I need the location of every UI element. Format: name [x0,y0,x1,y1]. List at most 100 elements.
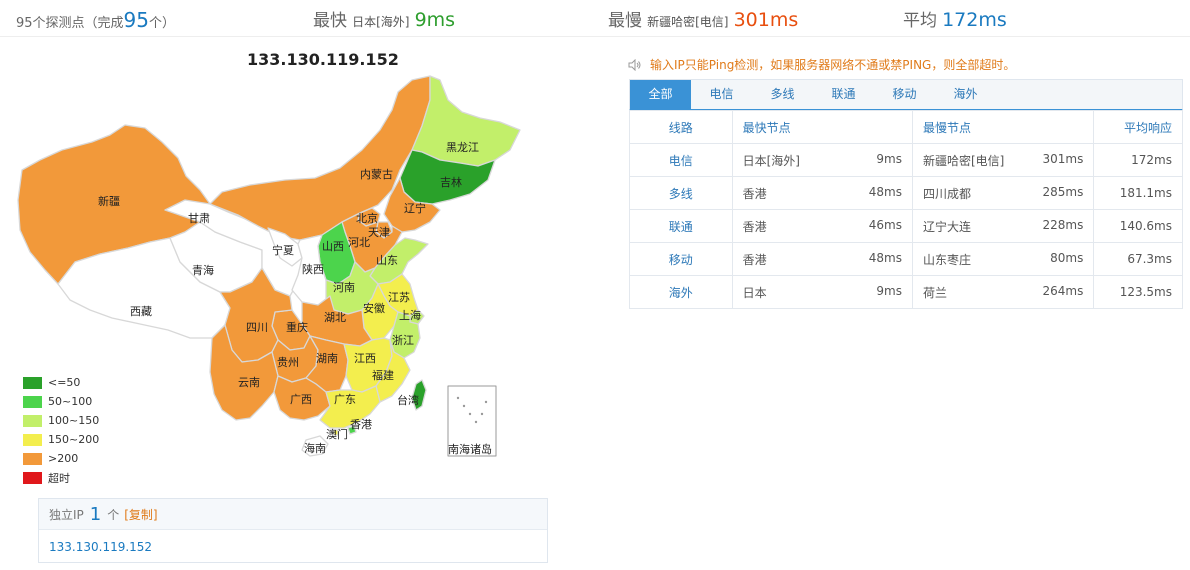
independent-ip-header: 独立IP 1 个 [复制] [39,499,547,530]
slowest-location: 新疆哈密[电信] [647,15,729,29]
col-header-line: 线路 [629,110,733,144]
label-nanhai: 南海诸岛 [448,442,492,456]
tab-all[interactable]: 全部 [630,80,691,109]
label-guizhou: 贵州 [277,356,299,369]
legend-swatch [23,414,42,427]
label-shanghai: 上海 [399,308,421,322]
tab-mobile[interactable]: 移动 [874,80,935,109]
legend-swatch [23,471,42,484]
cell-average: 172ms [1093,143,1183,177]
label-shanxi: 山西 [322,240,344,253]
table-row: 电信 日本[海外] 9ms 新疆哈密[电信] 301ms 172ms [629,143,1183,177]
table-row: 多线 香港 48ms 四川成都 285ms 181.1ms [629,176,1183,210]
label-fujian: 福建 [372,368,394,382]
cell-line[interactable]: 多线 [629,176,733,210]
label-macau: 澳门 [326,427,348,441]
legend-label: >200 [48,452,79,465]
summary-bar: 95个探测点（完成95个） 最快 日本[海外] 9ms 最慢 新疆哈密[电信] … [0,0,1190,37]
label-tianjin: 天津 [368,226,390,239]
slowest-ms: 80ms [1050,250,1084,265]
label-heilongjiang: 黑龙江 [446,141,479,154]
label-shaanxi: 陕西 [302,262,324,276]
legend-row: 100~150 [23,411,99,430]
legend-swatch [23,452,42,465]
fastest-node: 日本 [742,285,767,300]
label-chongqing: 重庆 [286,320,308,334]
cell-fastest: 日本 9ms [733,284,912,301]
tab-unicom[interactable]: 联通 [813,80,874,109]
label-liaoning: 辽宁 [404,201,426,215]
label-henan: 河南 [333,281,355,294]
label-sichuan: 四川 [246,321,268,334]
legend-row: 150~200 [23,430,99,449]
label-hongkong: 香港 [350,418,372,431]
independent-ip-count: 1 [89,503,102,525]
independent-ip-value: 133.130.119.152 [49,540,153,554]
cell-line[interactable]: 移动 [629,242,733,276]
probe-count-done: 95 [123,8,149,32]
label-zhejiang: 浙江 [392,334,414,347]
cell-average: 123.5ms [1093,275,1183,309]
label-anhui: 安徽 [363,301,385,315]
speaker-icon [628,58,641,71]
fastest-label: 最快 [313,11,347,31]
notice-text: 输入IP只能Ping检测，如果服务器网络不通或禁PING，则全部超时。 [650,58,1016,72]
cell-slowest: 山东枣庄 80ms [913,251,1093,268]
label-guangdong: 广东 [334,393,356,406]
legend-label: 150~200 [48,433,100,446]
tab-multiline[interactable]: 多线 [752,80,813,109]
fastest-ms: 9ms [876,283,902,298]
legend-row: <=50 [23,373,99,392]
label-beijing: 北京 [356,211,378,225]
label-neimenggu: 内蒙古 [360,167,393,181]
legend-label: 超时 [48,471,70,485]
label-jiangxi: 江西 [354,352,376,365]
legend-label: <=50 [48,376,81,389]
slowest-ms: 285ms [1042,184,1084,199]
average-value: 172ms [942,9,1007,31]
table-row: 联通 香港 46ms 辽宁大连 228ms 140.6ms [629,209,1183,243]
legend-row: 50~100 [23,392,99,411]
slowest-node: 荷兰 [922,285,947,300]
legend-swatch [23,376,42,389]
probe-count-suffix: 个） [149,16,176,31]
average-label: 平均 [903,11,937,31]
col-header-average: 平均响应 [1093,110,1183,144]
cell-line[interactable]: 电信 [629,143,733,177]
results-table: 线路 最快节点 最慢节点 平均响应 电信 日本[海外] 9ms 新疆哈密[电信] 3… [629,110,1183,309]
slowest-node: 四川成都 [922,186,971,201]
tab-telecom[interactable]: 电信 [691,80,752,109]
independent-ip-unit: 个 [107,507,120,522]
label-jiangsu: 江苏 [388,291,410,304]
label-hainan: 海南 [304,441,326,455]
copy-ip-button[interactable]: [复制] [124,506,157,523]
legend-row: >200 [23,449,99,468]
cell-line[interactable]: 联通 [629,209,733,243]
label-guangxi: 广西 [290,393,312,406]
probe-count: 95个探测点（完成95个） [16,8,175,32]
label-yunnan: 云南 [238,376,260,389]
tab-overseas[interactable]: 海外 [935,80,996,109]
fastest-node: 香港 [742,252,767,267]
slowest-value: 301ms [733,9,799,31]
legend-swatch [23,395,42,408]
independent-ip-label: 独立IP [49,507,84,522]
legend-label: 50~100 [48,395,93,408]
label-jilin: 吉林 [440,175,462,189]
slowest-ms: 301ms [1042,151,1084,166]
cell-fastest: 日本[海外] 9ms [733,152,912,169]
fastest-stat: 最快 日本[海外] 9ms [313,6,455,31]
cell-fastest: 香港 46ms [733,218,912,235]
fastest-ms: 46ms [868,217,902,232]
cell-slowest: 新疆哈密[电信] 301ms [913,152,1093,169]
cell-fastest: 香港 48ms [733,251,912,268]
table-row: 海外 日本 9ms 荷兰 264ms 123.5ms [629,275,1183,309]
fastest-value: 9ms [414,9,456,31]
label-shandong: 山东 [376,254,398,267]
map-legend: <=50 50~100 100~150 150~200 >200 超时 [23,373,99,487]
label-hubei: 湖北 [324,311,346,324]
cell-line[interactable]: 海外 [629,275,733,309]
slowest-node: 辽宁大连 [922,219,971,234]
slowest-ms: 264ms [1042,283,1084,298]
fastest-node: 香港 [742,219,767,234]
